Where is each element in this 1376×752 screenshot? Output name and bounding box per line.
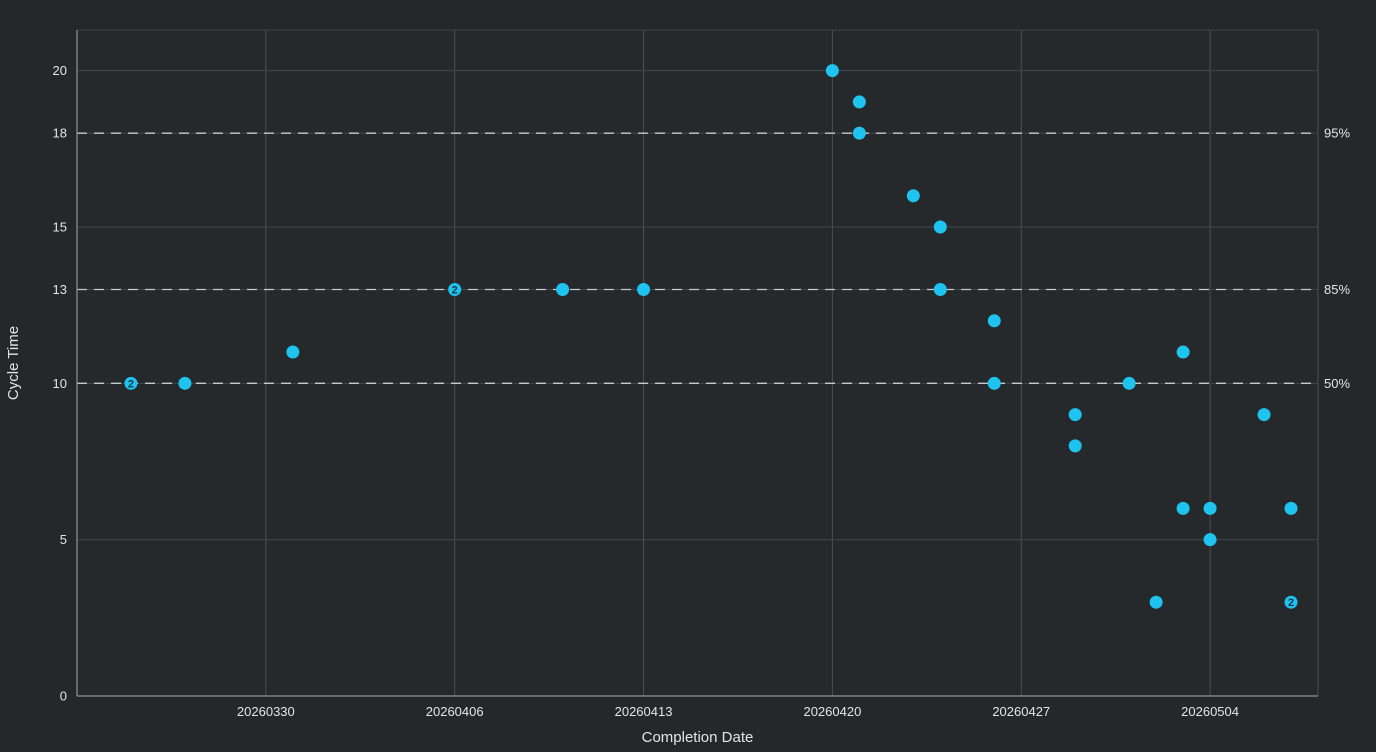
data-point-count: 2 [452,285,458,297]
data-point [286,345,300,359]
data-point [1176,345,1190,359]
data-point [178,376,192,390]
data-point [1284,501,1298,515]
y-axis-title: Cycle Time [5,326,22,400]
data-point-count: 2 [128,378,134,390]
cycle-time-scatter-chart: 50% 85% 95% 20260330 20260406 20260413 202604… [0,0,1376,752]
y-tick-label: 18 [53,126,67,141]
x-tick-label: 20260413 [615,704,673,719]
data-point [1203,533,1217,547]
y-tick-label: 0 [60,689,67,704]
percentile-label: 85% [1324,282,1350,297]
y-tick-label: 15 [53,219,67,234]
x-tick-label: 20260406 [426,704,484,719]
plot-area [77,30,1318,696]
y-tick-label: 20 [53,63,67,78]
data-point [1149,595,1163,609]
percentile-label: 50% [1324,376,1350,391]
data-point [987,376,1001,390]
data-point [1257,408,1271,422]
y-tick-label: 10 [53,376,67,391]
data-point [637,283,651,297]
data-point [987,314,1001,328]
x-axis-title: Completion Date [642,729,754,746]
data-point [825,64,839,78]
data-point [1122,376,1136,390]
data-point [933,283,947,297]
data-point [852,95,866,109]
y-tick-label: 5 [60,532,67,547]
data-point [1068,439,1082,453]
data-point [556,283,570,297]
data-point [933,220,947,234]
x-tick-label: 20260504 [1181,704,1239,719]
grid-layer [77,29,1319,696]
data-point [1068,408,1082,422]
data-point [1203,501,1217,515]
data-point-count: 2 [1288,597,1294,609]
x-tick-label: 20260420 [803,704,861,719]
percentile-label: 95% [1324,126,1350,141]
data-point [852,126,866,140]
x-tick-label: 20260427 [992,704,1050,719]
x-tick-label: 20260330 [237,704,295,719]
data-point [906,189,920,203]
chart-svg: 50% 85% 95% 20260330 20260406 20260413 202604… [5,29,1350,746]
data-point [1176,501,1190,515]
y-tick-label: 13 [53,282,67,297]
